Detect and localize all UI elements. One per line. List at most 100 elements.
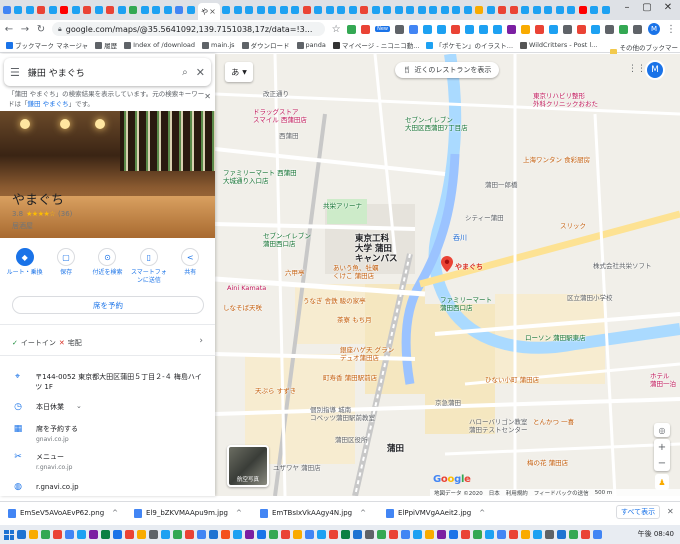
extension-icon[interactable] [451,24,460,34]
browser-tab[interactable] [337,3,347,17]
browser-tab[interactable] [129,3,139,17]
extension-icon[interactable] [395,24,404,34]
action-button[interactable]: ◆ ルート・乗換 [6,248,44,285]
map-poi-label[interactable]: 区立蒲田小学校 [567,294,613,302]
map-poi-label[interactable]: シティー蒲田 [465,214,504,222]
extension-icon[interactable] [465,24,474,34]
browser-tab[interactable] [94,3,104,17]
taskbar-app-icon[interactable] [557,530,566,539]
map-poi-label[interactable]: 蒲田 [387,444,404,454]
browser-tab[interactable] [25,3,35,17]
taskbar-app-icon[interactable] [281,530,290,539]
taskbar-app-icon[interactable] [257,530,266,539]
bookmark-item[interactable]: 「ポケモン」のイラスト... [426,40,513,50]
taskbar-app-icon[interactable] [269,530,278,539]
browser-tab[interactable] [394,3,404,17]
extension-icon[interactable] [507,24,516,34]
bookmark-item[interactable]: Index of /download [124,41,195,49]
extension-icon[interactable] [521,24,530,34]
taskbar-app-icon[interactable] [197,530,206,539]
browser-tab[interactable] [2,3,12,17]
browser-tab[interactable] [291,3,301,17]
browser-tab[interactable] [601,3,611,17]
map-poi-label[interactable]: Aini Kamata [227,284,266,292]
map-poi-label[interactable]: 改正通り [263,90,289,98]
browser-tab[interactable] [532,3,542,17]
address-row[interactable]: ⌖ 〒144-0052 東京都大田区蒲田５丁目２-４ 梅島ハイツ 1F [12,372,207,392]
browser-tab[interactable] [417,3,427,17]
map-poi-label[interactable]: 東京リハビリ整形 外科クリニックおおた [533,92,598,108]
rating-row[interactable]: 3.8 ★★★★☆ (36) [12,210,72,218]
taskbar-app-icon[interactable] [293,530,302,539]
bookmark-item[interactable]: ブックマーク マネージャ [6,40,88,50]
taskbar-app-icon[interactable] [365,530,374,539]
bookmark-item[interactable]: マイページ - ニコニコ動... [332,40,419,50]
taskbar-app-icon[interactable] [473,530,482,539]
map-poi-label[interactable]: ひない小町 蒲田店 [485,376,539,384]
taskbar-app-icon[interactable] [173,530,182,539]
taskbar-app-icon[interactable] [77,530,86,539]
browser-tab[interactable] [279,3,289,17]
taskbar-app-icon[interactable] [449,530,458,539]
browser-tab[interactable] [383,3,393,17]
pin-label[interactable]: やまぐち [455,262,483,272]
browser-tab[interactable] [555,3,565,17]
profile-avatar[interactable]: M [648,23,660,35]
browser-tab[interactable] [452,3,462,17]
action-button[interactable]: < 共有 [171,248,209,285]
browser-tab[interactable] [71,3,81,17]
chevron-right-icon[interactable]: › [199,336,203,346]
browser-tab[interactable] [302,3,312,17]
map-footer-item[interactable]: フィードバックの送信 [534,489,589,497]
input-language-button[interactable]: あ ▼ [225,62,253,82]
browser-tab[interactable] [348,3,358,17]
browser-tab[interactable] [429,3,439,17]
download-item[interactable]: EmSeV5AVoAEvP62.png ^ [8,508,134,518]
reserve-row[interactable]: ▦ 席を予約する gnavi.co.jp [12,424,207,445]
map-canvas[interactable]: ドラッグストア スマイル 西蒲田店 改正通り 西蒲田 セブン-イレブン 大田区西蒲田7… [215,54,680,496]
extension-icon[interactable] [423,24,432,34]
taskbar-app-icon[interactable] [545,530,554,539]
search-input[interactable]: 鎌田 やまぐち [28,66,174,79]
taskbar-app-icon[interactable] [137,530,146,539]
browser-tab[interactable] [590,3,600,17]
taskbar-app-icon[interactable] [161,530,170,539]
chevron-up-icon[interactable]: ^ [479,509,485,517]
taskbar-app-icon[interactable] [521,530,530,539]
bookmark-item[interactable]: main.js [202,41,235,49]
browser-tab[interactable] [475,3,485,17]
map-poi-label[interactable]: 蒲田区役所 [335,436,368,444]
active-tab[interactable]: や × [197,3,220,20]
bookmark-item[interactable]: WildCritters - Post l... [520,41,597,49]
taskbar-app-icon[interactable] [485,530,494,539]
menu-row[interactable]: ✂ メニュー r.gnavi.co.jp [12,452,207,473]
map-poi-label[interactable]: セブン-イレブン 蒲田西口店 [263,232,311,248]
extension-icon[interactable] [479,24,488,34]
taskbar-app-icon[interactable] [29,530,38,539]
map-poi-label[interactable]: あいう魚、牡蠣 くけこ 蒲田店 [333,264,379,280]
map-poi-label[interactable]: 茶寮 もち月 [337,316,372,324]
hours-row[interactable]: ◷ 本日休業 ⌄ [12,402,207,412]
download-shelf-close-icon[interactable]: ✕ [667,507,674,516]
extension-icon[interactable] [549,24,558,34]
taskbar-app-icon[interactable] [149,530,158,539]
map-poi-label[interactable]: ローソン 蒲田駅東店 [525,334,586,342]
taskbar-app-icon[interactable] [425,530,434,539]
star-icon[interactable]: ☆ [331,24,341,35]
taskbar-app-icon[interactable] [65,530,74,539]
browser-tab[interactable] [175,3,185,17]
taskbar-app-icon[interactable] [509,530,518,539]
browser-tab[interactable] [152,3,162,17]
browser-tab[interactable] [117,3,127,17]
window-close-icon[interactable]: ✕ [661,2,675,13]
chevron-up-icon[interactable]: ^ [112,509,118,517]
browser-tab[interactable] [163,3,173,17]
map-poi-label[interactable]: 東京工科 大学 蒲田 キャンパス [355,234,398,264]
action-button[interactable]: ⊙ 付近を検索 [88,248,126,285]
taskbar-app-icon[interactable] [233,530,242,539]
extension-icon[interactable] [563,24,572,34]
zoom-in-button[interactable]: + [658,442,666,453]
browser-tab[interactable] [578,3,588,17]
taskbar-app-icon[interactable] [185,530,194,539]
map-poi-label[interactable]: 町寿香 蒲田駅前店 [323,374,377,382]
